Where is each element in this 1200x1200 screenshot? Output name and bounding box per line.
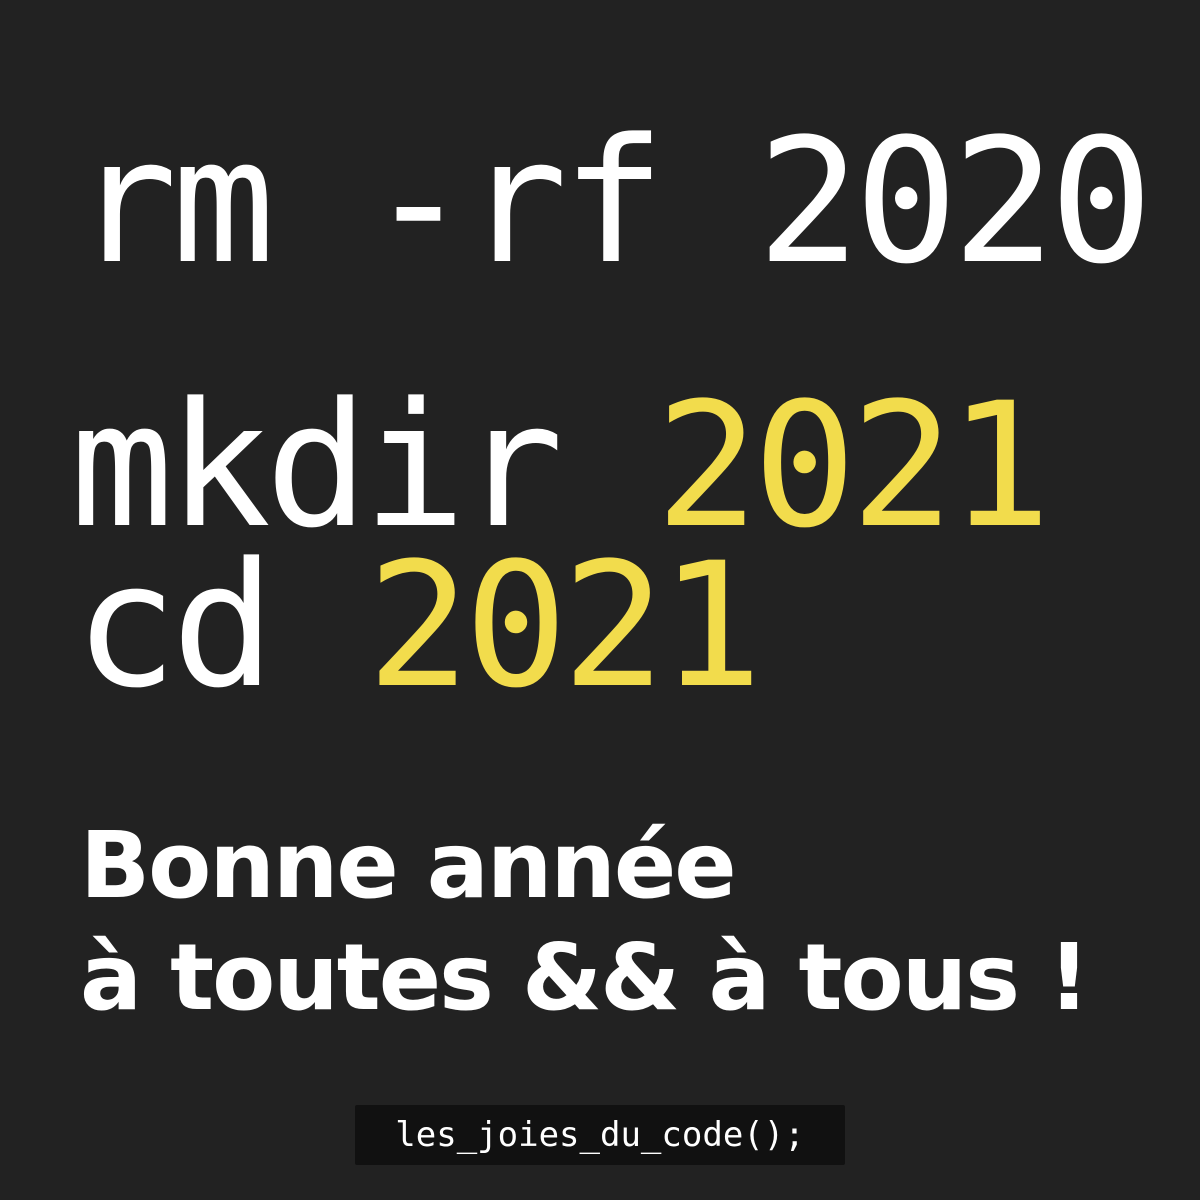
brand-footer: les_joies_du_code(); xyxy=(355,1105,845,1165)
command-cd-line: cd 2021 xyxy=(74,540,763,712)
brand-label: les_joies_du_code(); xyxy=(395,1115,805,1155)
greeting-message: Bonne année à toutes && à tous ! xyxy=(80,810,1090,1034)
greeting-line-1: Bonne année xyxy=(80,812,737,919)
command-cd: cd xyxy=(74,525,367,726)
year-2021-cd: 2021 xyxy=(366,525,763,726)
year-2020: 2020 xyxy=(756,101,1153,302)
greeting-line-2: à toutes && à tous ! xyxy=(80,924,1090,1031)
command-rm: rm -rf xyxy=(74,101,757,302)
command-rm-line: rm -rf 2020 xyxy=(74,116,1153,288)
